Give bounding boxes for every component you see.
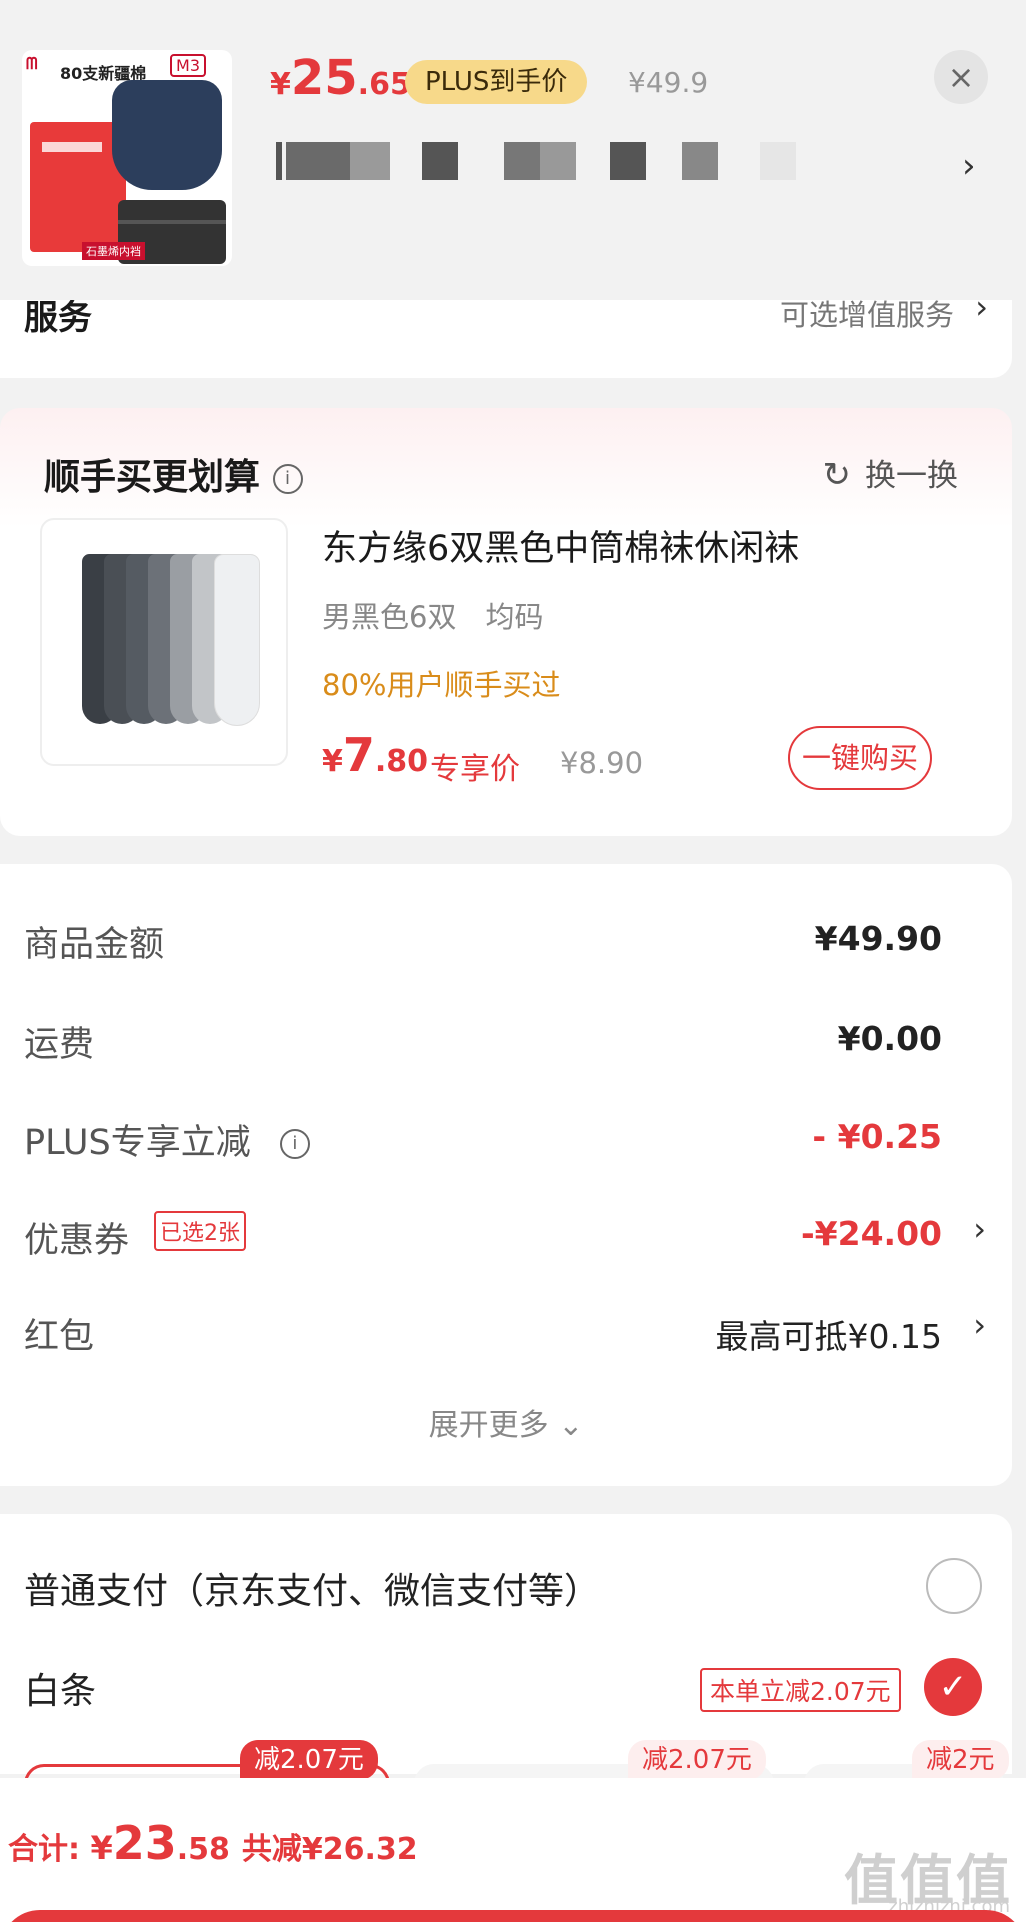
expand-more-button[interactable]: 展开更多 ⌄	[0, 1400, 1012, 1444]
addon-price: ¥7.80	[322, 728, 429, 782]
plus-discount-value: - ¥0.25	[812, 1117, 942, 1156]
redacted-block	[286, 142, 350, 180]
header-original-price: ¥49.9	[628, 66, 709, 99]
info-icon[interactable]: i	[272, 464, 303, 494]
redacted-block	[422, 142, 458, 180]
coupon-count-badge: 已选2张	[154, 1211, 246, 1251]
refresh-icon: ↻	[822, 455, 852, 495]
redacted-spec-row[interactable]	[276, 142, 796, 180]
addon-original-price: ¥8.90	[560, 746, 644, 780]
goods-amount-value: ¥49.90	[814, 919, 942, 958]
close-button[interactable]: ×	[934, 50, 988, 104]
plan-discount-tag: 减2.07元	[240, 1740, 378, 1780]
addon-social-proof: 80%用户顺手买过	[322, 668, 561, 702]
underwear-graphic	[112, 80, 222, 190]
plus-discount-label: PLUS专享立减 i	[24, 1114, 310, 1165]
addon-recommend-card: 顺手买更划算 i ↻ 换一换 东方缘6双黑色中筒棉袜休闲袜 男黑色6双 均码 80…	[0, 408, 1012, 836]
one-click-buy-button[interactable]: 一键购买	[788, 726, 932, 790]
plan-discount-tag: 减2.07元	[628, 1740, 766, 1780]
plan-discount-tag: 减2元	[912, 1740, 1009, 1780]
addon-product-name[interactable]: 东方缘6双黑色中筒棉袜休闲袜	[322, 520, 799, 571]
info-icon[interactable]: i	[279, 1129, 310, 1159]
thumb-label: 石墨烯内裆	[82, 242, 145, 260]
checkout-bar: 合计: ¥23.58 共减¥26.32 值值值 zhizhizhi.com	[0, 1778, 1026, 1922]
total-saved: 共减¥26.32	[241, 1832, 418, 1867]
addon-price-tag: 专享价	[430, 752, 520, 787]
chevron-right-icon[interactable]: ›	[973, 1306, 986, 1344]
socks-image[interactable]	[40, 518, 288, 766]
shipping-label: 运费	[24, 1025, 95, 1065]
order-confirm-page: ᗰ 80支新疆棉 M3 石墨烯内裆 ¥25.65 PLUS到手价 ¥49.9 ×…	[0, 0, 1026, 1922]
redacted-block	[610, 142, 646, 180]
redacted-block	[276, 142, 282, 180]
thumb-size-badge: M3	[170, 54, 206, 77]
price-summary-card: 商品金额 ¥49.90 运费 ¥0.00 PLUS专享立减 i - ¥0.25 …	[0, 864, 1012, 1486]
normal-payment-label[interactable]: 普通支付（京东支付、微信支付等）	[24, 1562, 600, 1614]
product-thumbnail[interactable]: ᗰ 80支新疆棉 M3 石墨烯内裆	[22, 50, 232, 266]
redacted-block	[682, 142, 718, 180]
chevron-right-icon[interactable]: ›	[973, 1210, 986, 1248]
header-price: ¥25.65	[270, 50, 411, 106]
plus-price-badge: PLUS到手价	[405, 60, 588, 104]
shipping-value: ¥0.00	[837, 1019, 942, 1058]
chevron-right-icon[interactable]: ›	[962, 146, 976, 186]
addon-title: 顺手买更划算 i	[44, 448, 303, 500]
red-packet-value[interactable]: 最高可抵¥0.15	[716, 1310, 942, 1358]
addon-product-spec: 男黑色6双 均码	[322, 600, 544, 634]
order-total: 合计: ¥23.58 共减¥26.32	[8, 1816, 418, 1870]
sock-graphic	[214, 554, 260, 726]
normal-payment-radio[interactable]	[926, 1558, 982, 1614]
baitiao-discount-badge: 本单立减2.07元	[700, 1668, 901, 1712]
submit-order-button[interactable]	[0, 1910, 1026, 1922]
swap-button[interactable]: ↻ 换一换	[823, 450, 959, 495]
redacted-block	[350, 142, 390, 180]
coupon-value[interactable]: -¥24.00	[801, 1214, 942, 1253]
baitiao-radio-checked[interactable]: ✓	[924, 1658, 982, 1716]
redacted-block	[504, 142, 540, 180]
coupon-label: 优惠券	[24, 1221, 130, 1261]
brand-logo: ᗰ	[26, 54, 38, 73]
payment-method-card: 普通支付（京东支付、微信支付等） 白条 本单立减2.07元 ✓ 减2.07元 减…	[0, 1514, 1012, 1827]
red-packet-label: 红包	[24, 1317, 95, 1357]
redacted-block	[540, 142, 576, 180]
redacted-block	[760, 142, 796, 180]
product-sticky-header: ᗰ 80支新疆棉 M3 石墨烯内裆 ¥25.65 PLUS到手价 ¥49.9 ×…	[0, 0, 1026, 300]
baitiao-label[interactable]: 白条	[24, 1662, 96, 1714]
goods-amount-label: 商品金额	[24, 925, 165, 965]
